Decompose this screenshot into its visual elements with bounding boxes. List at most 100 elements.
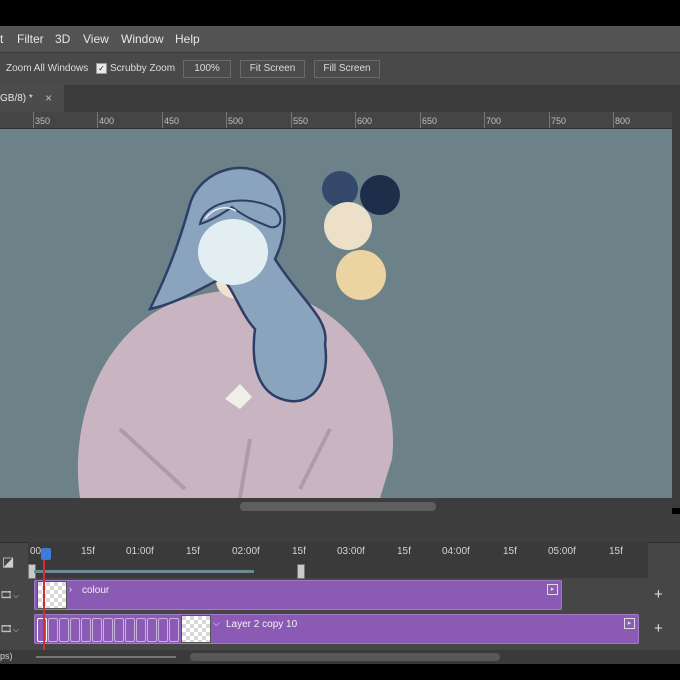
timeline-zoom-slider[interactable] xyxy=(36,656,176,658)
scrubby-zoom-checkbox[interactable]: ✓ xyxy=(96,63,107,74)
frame-clip[interactable] xyxy=(48,618,58,642)
timeline-tick: 05:00f xyxy=(548,546,576,557)
timeline-track-colour[interactable]: › colour ▸ xyxy=(34,580,562,610)
timeline-track-layer-2-copy-10[interactable]: ⌵ Layer 2 copy 10 ▸ xyxy=(34,614,639,644)
document-tab[interactable]: GB/8) * × xyxy=(0,85,64,112)
ruler-tick-label: 700 xyxy=(486,116,502,126)
timeline-tick: 15f xyxy=(186,546,200,557)
frame-clip[interactable] xyxy=(169,618,179,642)
timeline-tick: 00 xyxy=(30,546,42,557)
artwork-illustration xyxy=(77,166,400,498)
ruler-line xyxy=(549,112,550,128)
film-icon[interactable]: 🎞 xyxy=(0,590,13,601)
ruler-tick-label: 350 xyxy=(35,116,51,126)
document-tab-row: GB/8) * × xyxy=(0,85,680,112)
ruler-line xyxy=(484,112,485,128)
document-tab-title: GB/8) * xyxy=(0,93,33,104)
timeline-ruler[interactable]: 00 15f 01:00f 15f 02:00f 15f 03:00f 15f … xyxy=(28,542,648,564)
menu-bar: t Filter 3D View Window Help xyxy=(0,26,680,52)
menu-item-window[interactable]: Window xyxy=(121,32,164,46)
ruler-line xyxy=(291,112,292,128)
frame-clip[interactable] xyxy=(81,618,91,642)
zoom-all-windows-label[interactable]: Zoom All Windows xyxy=(6,63,88,74)
horizontal-ruler: 350 400 450 500 550 600 650 700 750 800 xyxy=(0,112,672,129)
frame-clip[interactable] xyxy=(59,618,69,642)
ruler-tick-label: 750 xyxy=(551,116,567,126)
menu-item-help[interactable]: Help xyxy=(175,32,200,46)
fit-screen-button[interactable]: Fit Screen xyxy=(240,60,305,78)
timeline-panel: ◪ 00 15f 01:00f 15f 02:00f 15f 03:00f 15… xyxy=(0,514,680,664)
chevron-down-icon[interactable]: ⌵ xyxy=(13,591,19,601)
ruler-line xyxy=(226,112,227,128)
palette-swatch-navy xyxy=(322,171,358,207)
ruler-line xyxy=(162,112,163,128)
fill-screen-button[interactable]: Fill Screen xyxy=(314,60,380,78)
scrubby-zoom-label[interactable]: Scrubby Zoom xyxy=(110,63,175,74)
timeline-footer: ps) xyxy=(0,650,680,664)
frame-clip[interactable] xyxy=(136,618,146,642)
frame-clip[interactable] xyxy=(37,618,47,642)
track-end-icon[interactable]: ▸ xyxy=(547,584,558,595)
face-shape xyxy=(198,219,268,285)
ruler-tick-label: 400 xyxy=(99,116,115,126)
timeline-tick: 03:00f xyxy=(337,546,365,557)
zoom-percent-field[interactable]: 100% xyxy=(183,60,231,78)
frame-clip[interactable] xyxy=(158,618,168,642)
options-bar: Zoom All Windows ✓ Scrubby Zoom 100% Fit… xyxy=(0,52,680,86)
timeline-tick: 15f xyxy=(292,546,306,557)
timeline-scrollbar-thumb[interactable] xyxy=(190,653,500,661)
frame-clip[interactable] xyxy=(114,618,124,642)
film-icon[interactable]: 🎞 xyxy=(0,624,13,635)
scrollbar-thumb[interactable] xyxy=(240,502,436,511)
chevron-down-icon[interactable]: ⌵ xyxy=(213,618,220,629)
document-canvas[interactable] xyxy=(0,129,672,498)
menu-item-filter[interactable]: Filter xyxy=(17,32,44,46)
track-end-icon[interactable]: ▸ xyxy=(624,618,635,629)
close-icon[interactable]: × xyxy=(45,91,52,105)
chevron-down-icon[interactable]: ⌵ xyxy=(13,625,19,635)
add-media-icon[interactable]: + xyxy=(654,586,663,603)
layer-thumbnail xyxy=(181,615,211,643)
ruler-tick-label: 450 xyxy=(164,116,180,126)
timeline-tick: 04:00f xyxy=(442,546,470,557)
timeline-tick: 01:00f xyxy=(126,546,154,557)
menu-item-3d[interactable]: 3D xyxy=(55,32,70,46)
timeline-tick: 15f xyxy=(397,546,411,557)
track-name: Layer 2 copy 10 xyxy=(226,619,298,630)
ruler-line xyxy=(97,112,98,128)
frame-clip[interactable] xyxy=(147,618,157,642)
ruler-tick-label: 650 xyxy=(422,116,438,126)
right-panel-edge xyxy=(672,112,680,508)
work-area-range xyxy=(34,570,254,573)
chevron-right-icon[interactable]: › xyxy=(69,584,72,594)
ruler-tick-label: 500 xyxy=(228,116,244,126)
work-area-bar[interactable] xyxy=(28,564,648,579)
track-name: colour xyxy=(82,585,110,596)
work-area-end-handle[interactable] xyxy=(297,564,305,579)
palette-swatch-dark-navy xyxy=(360,175,400,215)
menu-item-view[interactable]: View xyxy=(83,32,109,46)
layer-thumbnail xyxy=(37,581,67,609)
ruler-line xyxy=(613,112,614,128)
frame-clip[interactable] xyxy=(125,618,135,642)
timeline-tick: 15f xyxy=(609,546,623,557)
frame-clip[interactable] xyxy=(103,618,113,642)
playhead[interactable] xyxy=(43,554,45,660)
ruler-tick-label: 550 xyxy=(293,116,309,126)
ruler-tick-label: 800 xyxy=(615,116,631,126)
frame-clip[interactable] xyxy=(92,618,102,642)
frame-rate-label: ps) xyxy=(0,651,13,661)
onion-skin-icon[interactable]: ◪ xyxy=(2,554,14,570)
timeline-header xyxy=(0,514,680,543)
add-media-icon[interactable]: + xyxy=(654,620,663,637)
menu-item-select[interactable]: t xyxy=(0,32,3,46)
ruler-tick-label: 600 xyxy=(357,116,373,126)
playhead-handle[interactable] xyxy=(41,548,51,560)
timeline-tick: 15f xyxy=(503,546,517,557)
timeline-tick: 15f xyxy=(81,546,95,557)
timeline-tick: 02:00f xyxy=(232,546,260,557)
palette-swatch-tan xyxy=(336,250,386,300)
ruler-line xyxy=(33,112,34,128)
frame-clip[interactable] xyxy=(70,618,80,642)
canvas-horizontal-scrollbar[interactable] xyxy=(0,498,672,514)
